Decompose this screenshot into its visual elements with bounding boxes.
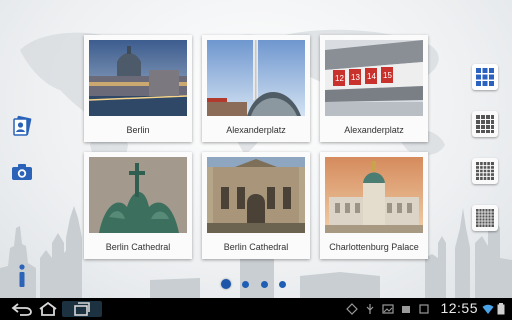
download-icon <box>402 306 410 313</box>
page-dot-3[interactable] <box>261 281 268 288</box>
recent-apps-button[interactable] <box>62 301 102 317</box>
photo-thumbnail <box>89 40 187 116</box>
photo-card-berlin-cathedral-facade[interactable]: Berlin Cathedral <box>202 152 310 259</box>
contacts-icon <box>13 115 32 136</box>
photo-caption: Alexanderplatz <box>344 125 404 135</box>
page-dot-1[interactable] <box>221 279 231 289</box>
status-clock: 12:55 <box>440 300 478 316</box>
battery-icon <box>497 303 505 315</box>
photo-thumbnail <box>89 157 187 233</box>
photo-card-alexanderplatz-clock[interactable]: 12 13 14 15 Alexanderplatz <box>320 35 428 142</box>
photo-caption: Berlin Cathedral <box>223 242 289 252</box>
photo-grid: Berlin Alexanderplatz 12 13 14 15 Alexan… <box>84 35 429 265</box>
recent-apps-icon <box>74 302 90 316</box>
photo-card-berlin[interactable]: Berlin <box>84 35 192 142</box>
page-dot-4[interactable] <box>279 281 286 288</box>
photo-card-alexanderplatz-tower[interactable]: Alexanderplatz <box>202 35 310 142</box>
wifi-icon <box>482 304 494 314</box>
contacts-button[interactable] <box>8 112 36 140</box>
grid-4x4-button[interactable] <box>472 111 498 137</box>
app-screen: Berlin Alexanderplatz 12 13 14 15 Alexan… <box>0 0 512 298</box>
notification-icon <box>346 303 358 315</box>
svg-text:12: 12 <box>335 74 344 83</box>
gallery-icon <box>382 304 394 314</box>
back-button[interactable] <box>8 301 36 317</box>
svg-text:15: 15 <box>383 71 392 80</box>
grid-5x5-icon <box>476 162 494 180</box>
page-indicator <box>221 279 291 291</box>
camera-button[interactable] <box>8 158 36 186</box>
home-button[interactable] <box>34 301 62 317</box>
photo-card-berlin-cathedral-statues[interactable]: Berlin Cathedral <box>84 152 192 259</box>
grid-6x6-icon <box>476 209 494 227</box>
camera-icon <box>12 164 32 180</box>
photo-thumbnail <box>207 157 305 233</box>
page-dot-2[interactable] <box>242 281 249 288</box>
grid-6x6-button[interactable] <box>472 205 498 231</box>
photo-card-charlottenburg-palace[interactable]: Charlottenburg Palace <box>320 152 428 259</box>
system-navigation-bar: 12:55 <box>0 298 512 320</box>
home-icon <box>39 302 57 316</box>
svg-text:14: 14 <box>367 72 376 81</box>
info-icon <box>19 264 25 287</box>
grid-5x5-button[interactable] <box>472 158 498 184</box>
svg-text:13: 13 <box>351 73 360 82</box>
info-button[interactable] <box>8 262 36 290</box>
photo-caption: Alexanderplatz <box>226 125 286 135</box>
grid-4x4-icon <box>476 115 494 133</box>
photo-thumbnail: 12 13 14 15 <box>325 40 423 116</box>
photo-caption: Charlottenburg Palace <box>329 242 419 252</box>
photo-thumbnail <box>207 40 305 116</box>
grid-3x3-button[interactable] <box>472 64 498 90</box>
grid-3x3-icon <box>476 68 494 86</box>
back-icon <box>11 303 32 316</box>
screenshot-icon <box>419 304 429 314</box>
photo-caption: Berlin Cathedral <box>105 242 171 252</box>
usb-icon <box>366 304 374 314</box>
photo-thumbnail <box>325 157 423 233</box>
photo-caption: Berlin <box>126 125 150 135</box>
